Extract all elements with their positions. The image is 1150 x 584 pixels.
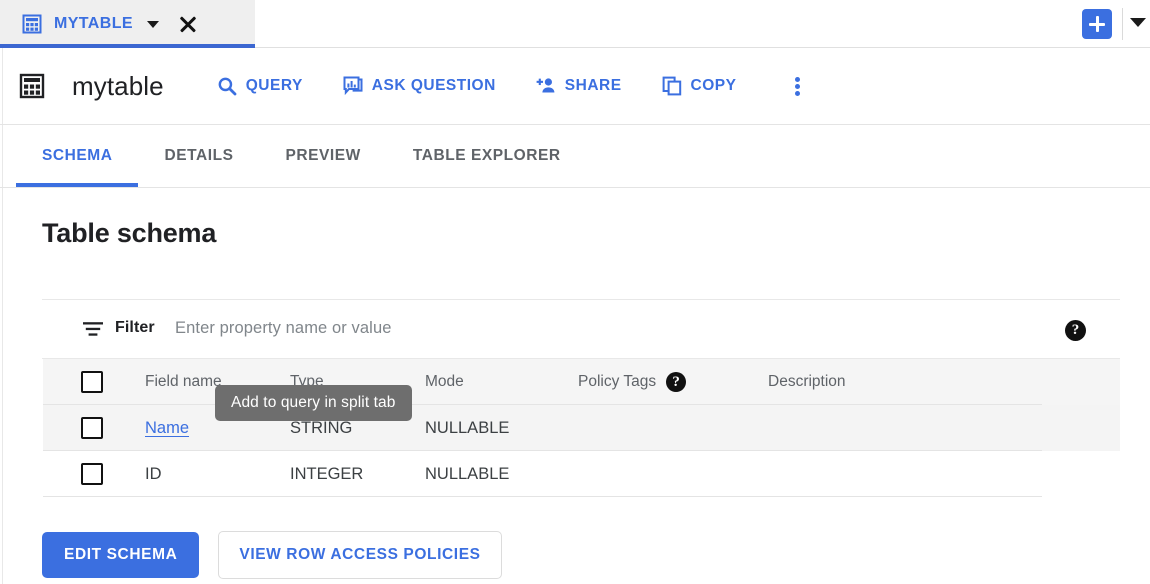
tooltip: Add to query in split tab bbox=[215, 385, 412, 421]
plus-icon[interactable] bbox=[1082, 9, 1112, 39]
column-header-policy-tags[interactable]: Policy Tags ? bbox=[578, 372, 768, 392]
table-row[interactable]: ID INTEGER NULLABLE bbox=[43, 451, 1120, 497]
divider bbox=[43, 496, 1042, 497]
cell-field-name[interactable]: ID bbox=[145, 465, 290, 484]
table-grid-icon bbox=[22, 14, 42, 34]
share-button[interactable]: SHARE bbox=[536, 76, 622, 96]
tab-details[interactable]: DETAILS bbox=[138, 125, 259, 187]
search-icon bbox=[217, 76, 237, 96]
query-button[interactable]: QUERY bbox=[217, 76, 303, 96]
tab-table-explorer-label: TABLE EXPLORER bbox=[413, 147, 561, 165]
chat-chart-icon bbox=[343, 76, 363, 96]
chevron-down-icon[interactable] bbox=[147, 21, 159, 28]
close-icon[interactable] bbox=[177, 13, 199, 35]
copy-button-label: COPY bbox=[691, 77, 737, 95]
row-select-cell bbox=[43, 463, 145, 485]
cell-type: STRING bbox=[290, 419, 425, 438]
more-vert-icon[interactable] bbox=[786, 74, 810, 98]
table-header-row: Field name Type Mode Policy Tags ? Descr… bbox=[43, 359, 1120, 405]
select-all-cell bbox=[43, 371, 145, 393]
tab-details-label: DETAILS bbox=[164, 147, 233, 165]
app-window: MYTABLE mytable bbox=[0, 0, 1150, 584]
column-header-policy-tags-label: Policy Tags bbox=[578, 373, 656, 391]
tab-preview-label: PREVIEW bbox=[286, 147, 361, 165]
table-grid-icon bbox=[19, 73, 45, 99]
tab-schema-label: SCHEMA bbox=[42, 147, 112, 165]
tab-preview[interactable]: PREVIEW bbox=[260, 125, 387, 187]
column-header-mode[interactable]: Mode bbox=[425, 373, 578, 391]
toolbar-actions: QUERY ASK QUESTION bbox=[217, 74, 811, 98]
row-checkbox[interactable] bbox=[81, 417, 103, 439]
row-checkbox[interactable] bbox=[81, 463, 103, 485]
view-row-access-policies-button[interactable]: VIEW ROW ACCESS POLICIES bbox=[218, 531, 501, 579]
toolbar-divider bbox=[1122, 8, 1123, 40]
filter-icon bbox=[82, 320, 104, 338]
help-icon[interactable]: ? bbox=[1065, 320, 1086, 341]
select-all-checkbox[interactable] bbox=[81, 371, 103, 393]
copy-button[interactable]: COPY bbox=[662, 76, 737, 96]
schema-panel: Table schema Filter Enter property name … bbox=[0, 188, 1150, 584]
help-icon[interactable]: ? bbox=[666, 372, 686, 392]
row-select-cell bbox=[43, 417, 145, 439]
table-header-toolbar: mytable QUERY bbox=[0, 48, 1150, 125]
page-title: mytable bbox=[72, 71, 164, 102]
schema-actions: EDIT SCHEMA VIEW ROW ACCESS POLICIES bbox=[42, 531, 502, 579]
schema-table: Field name Type Mode Policy Tags ? Descr… bbox=[43, 359, 1120, 497]
column-header-description[interactable]: Description bbox=[768, 373, 988, 391]
document-tab-mytable[interactable]: MYTABLE bbox=[0, 0, 255, 48]
document-tab-label: MYTABLE bbox=[54, 15, 133, 33]
tab-strip: MYTABLE bbox=[0, 0, 1150, 48]
filter-bar: Filter Enter property name or value ? bbox=[42, 300, 1120, 358]
filter-label: Filter bbox=[115, 319, 155, 337]
table-row[interactable]: Name STRING NULLABLE bbox=[43, 405, 1120, 451]
ask-question-button[interactable]: ASK QUESTION bbox=[343, 76, 496, 96]
tab-table-explorer[interactable]: TABLE EXPLORER bbox=[387, 125, 587, 187]
share-button-label: SHARE bbox=[565, 77, 622, 95]
edit-schema-button[interactable]: EDIT SCHEMA bbox=[42, 532, 199, 578]
tab-schema[interactable]: SCHEMA bbox=[16, 125, 138, 187]
copy-icon bbox=[662, 76, 682, 96]
cell-field-name: Name bbox=[145, 419, 290, 438]
cell-mode: NULLABLE bbox=[425, 465, 578, 484]
cell-mode: NULLABLE bbox=[425, 419, 578, 438]
field-name-link[interactable]: Name bbox=[145, 419, 189, 437]
content-tabs: SCHEMA DETAILS PREVIEW TABLE EXPLORER bbox=[0, 125, 1150, 188]
chevron-down-icon[interactable] bbox=[1130, 18, 1146, 27]
ask-question-button-label: ASK QUESTION bbox=[372, 77, 496, 95]
person-add-icon bbox=[536, 76, 556, 96]
cell-type: INTEGER bbox=[290, 465, 425, 484]
query-button-label: QUERY bbox=[246, 77, 303, 95]
filter-input[interactable]: Enter property name or value bbox=[175, 319, 392, 338]
section-title: Table schema bbox=[42, 218, 216, 249]
